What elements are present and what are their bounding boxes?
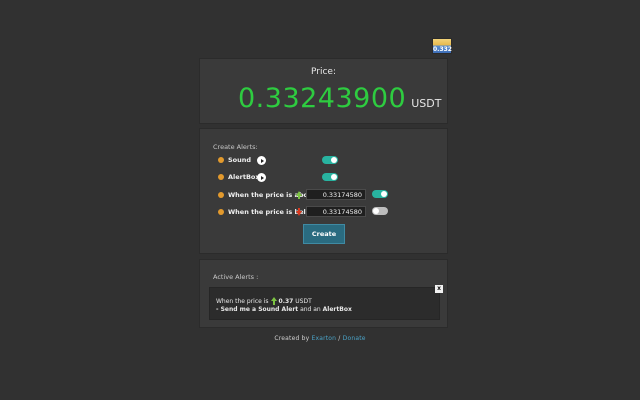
active-alerts-title: Active Alerts :: [213, 273, 259, 281]
alert-action-sound: Sound Alert: [258, 306, 299, 313]
active-alerts-panel: Active Alerts : x When the price is 0.37…: [199, 259, 448, 328]
create-button[interactable]: Create: [303, 224, 345, 244]
active-alert-item: x When the price is 0.37 USDT - Send me …: [209, 285, 443, 320]
price-panel: Price: 0.33243900 USDT: [199, 58, 448, 124]
price-unit: USDT: [411, 97, 442, 110]
price-above-toggle[interactable]: [372, 190, 388, 198]
arrow-down-icon: [296, 208, 302, 216]
alert-unit: USDT: [295, 297, 312, 305]
create-alerts-title: Create Alerts:: [213, 143, 258, 151]
price-below-input[interactable]: [306, 206, 366, 217]
footer: Created by Exarton / Donate: [0, 335, 640, 342]
alertbox-play-icon[interactable]: [257, 173, 266, 182]
alert-action-prefix: - Send me a: [216, 306, 259, 313]
alert-condition: When the price is 0.37 USDT: [216, 297, 312, 305]
arrow-up-icon: [270, 297, 277, 305]
arrow-up-icon: [296, 191, 302, 199]
author-link[interactable]: Exarton: [311, 335, 336, 342]
price-below-toggle[interactable]: [372, 207, 388, 215]
sound-option-row: Sound: [218, 154, 251, 166]
alertbox-option-row: AlertBox: [218, 171, 260, 183]
alert-prefix: When the price is: [216, 297, 269, 305]
price-label: Price:: [311, 67, 336, 77]
price-value: 0.33243900: [238, 83, 407, 114]
alertbox-toggle[interactable]: [322, 173, 338, 181]
footer-separator: /: [338, 335, 341, 342]
sound-toggle[interactable]: [322, 156, 338, 164]
bullet-icon: [218, 209, 224, 215]
sound-play-icon[interactable]: [257, 156, 266, 165]
alert-action-alertbox: AlertBox: [322, 306, 352, 313]
donate-link[interactable]: Donate: [343, 335, 366, 342]
alertbox-label: AlertBox: [228, 173, 260, 181]
alert-price: 0.37: [278, 297, 294, 305]
extension-popup: 0.332 Price: 0.33243900 USDT Create Alert…: [0, 0, 640, 400]
close-icon[interactable]: x: [435, 285, 443, 293]
bullet-icon: [218, 157, 224, 163]
sound-label: Sound: [228, 156, 252, 164]
alert-action-conj: and an: [298, 306, 323, 313]
price-below-row: When the price is below:: [218, 206, 319, 218]
extension-icon-text: 0.332: [433, 46, 452, 53]
bullet-icon: [218, 192, 224, 198]
price-row: 0.33243900 USDT: [238, 83, 441, 114]
price-above-input[interactable]: [306, 189, 366, 200]
extension-icon[interactable]: 0.332: [432, 38, 452, 54]
footer-created-by: Created by: [274, 335, 310, 342]
price-above-row: When the price is above:: [218, 189, 319, 201]
alert-actions: - Send me a Sound Alert and an AlertBox: [216, 306, 352, 313]
bullet-icon: [218, 174, 224, 180]
